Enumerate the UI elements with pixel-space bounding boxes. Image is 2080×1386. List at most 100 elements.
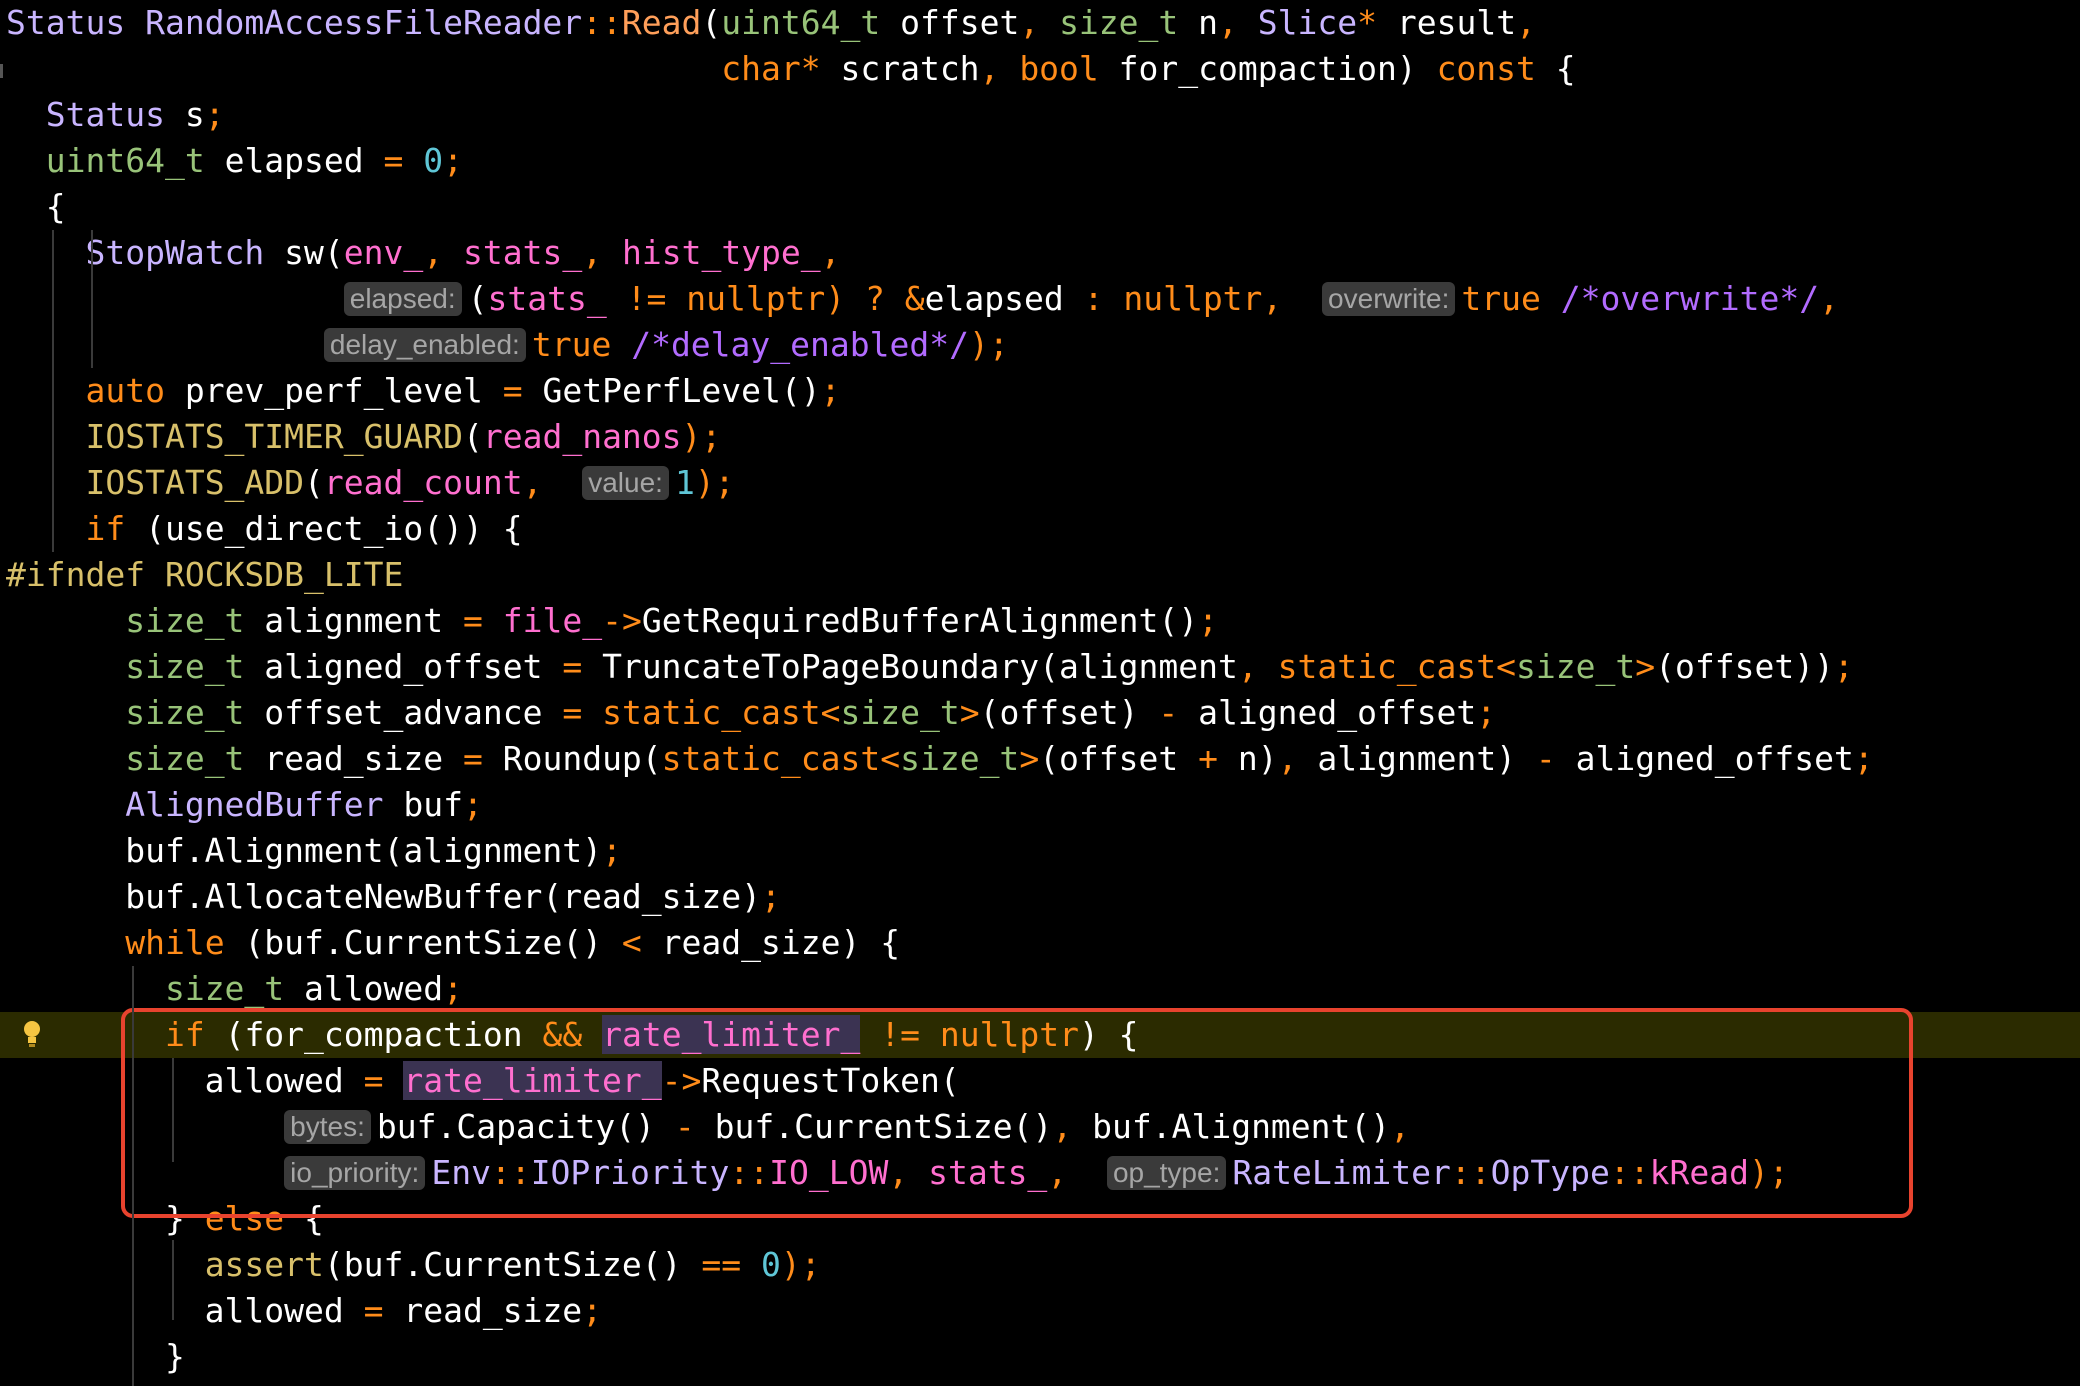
code-line[interactable]: Status RandomAccessFileReader::Read(uint…: [0, 0, 2080, 46]
code-text: uint64_t elapsed = 0;: [6, 138, 463, 184]
code-line[interactable]: if (use_direct_io()) {: [0, 506, 2080, 552]
code-line[interactable]: uint64_t elapsed = 0;: [0, 138, 2080, 184]
code-line[interactable]: }: [0, 1334, 2080, 1380]
code-line[interactable]: IOSTATS_TIMER_GUARD(read_nanos);: [0, 414, 2080, 460]
lightbulb-icon[interactable]: [22, 1019, 42, 1051]
code-token: size_t: [900, 739, 1020, 778]
code-token: ;: [443, 969, 463, 1008]
code-token: ;: [1198, 601, 1218, 640]
code-line[interactable]: {: [0, 184, 2080, 230]
code-text: elapsed: (stats_ != nullptr) ? &elapsed :…: [6, 276, 1839, 322]
code-token: static_cast: [602, 693, 821, 732]
code-token: =: [562, 693, 583, 732]
code-token: );: [968, 325, 1009, 364]
code-token: read_count: [323, 463, 523, 502]
code-line[interactable]: size_t alignment = file_->GetRequiredBuf…: [0, 598, 2080, 644]
code-token: &&: [542, 1015, 583, 1054]
code-text: io_priority: Env::IOPriority::IO_LOW, sta…: [6, 1150, 1789, 1196]
code-line[interactable]: delay_enabled: true /*delay_enabled*/);: [0, 322, 2080, 368]
code-token: Roundup(: [482, 739, 662, 778]
code-text: assert(buf.CurrentSize() == 0);: [6, 1242, 821, 1288]
code-token: ;: [443, 141, 464, 180]
code-token: (use_direct_io()) {: [125, 509, 523, 548]
code-token: size_t: [1059, 3, 1179, 42]
code-editor[interactable]: Status RandomAccessFileReader::Read(uint…: [0, 0, 2080, 1386]
code-token: (: [304, 463, 324, 502]
code-line[interactable]: while (buf.CurrentSize() < read_size) {: [0, 920, 2080, 966]
code-line[interactable]: auto prev_perf_level = GetPerfLevel();: [0, 368, 2080, 414]
code-token: -: [1158, 693, 1179, 732]
code-token: offset: [880, 3, 1020, 42]
code-line[interactable]: #ifndef ROCKSDB_LITE: [0, 552, 2080, 598]
code-line[interactable]: Status s;: [0, 92, 2080, 138]
code-token: OpType: [1490, 1153, 1610, 1192]
code-token: ;: [820, 371, 841, 410]
code-token: ;: [602, 831, 622, 870]
code-token: static_cast: [661, 739, 881, 778]
code-token: =: [462, 739, 483, 778]
code-token: buf: [383, 785, 463, 824]
code-token: buf.AllocateNewBuffer(read_size): [6, 877, 761, 916]
code-token: IOPriority: [530, 1153, 730, 1192]
code-line[interactable]: allowed = rate_limiter_->RequestToken(: [0, 1058, 2080, 1104]
code-line[interactable]: size_t aligned_offset = TruncateToPageBo…: [0, 644, 2080, 690]
code-line[interactable]: allowed = read_size;: [0, 1288, 2080, 1334]
code-line[interactable]: AlignedBuffer buf;: [0, 782, 2080, 828]
code-line[interactable]: size_t read_size = Roundup(static_cast<s…: [0, 736, 2080, 782]
code-token: ;: [462, 785, 483, 824]
code-token: ;: [1476, 693, 1497, 732]
code-line[interactable]: char* scratch, bool for_compaction) cons…: [0, 46, 2080, 92]
code-text: delay_enabled: true /*delay_enabled*/);: [6, 322, 1009, 368]
code-token: (buf.CurrentSize(): [323, 1245, 702, 1284]
code-line[interactable]: elapsed: (stats_ != nullptr) ? &elapsed :…: [0, 276, 2080, 322]
code-text: Status RandomAccessFileReader::Read(uint…: [6, 0, 1536, 46]
code-line[interactable]: assert(buf.CurrentSize() == 0);: [0, 1242, 2080, 1288]
code-token: {: [1535, 49, 1576, 88]
code-line[interactable]: buf.Alignment(alignment);: [0, 828, 2080, 874]
code-text: size_t allowed;: [6, 966, 463, 1012]
code-text: } else {: [6, 1196, 324, 1242]
code-line[interactable]: } else {: [0, 1196, 2080, 1242]
code-token: aligned_offset: [244, 647, 563, 686]
code-token: read_nanos: [482, 417, 682, 456]
indent-guide: [52, 230, 54, 552]
code-line[interactable]: size_t allowed;: [0, 966, 2080, 1012]
code-token: uint64_t: [45, 141, 205, 180]
code-text: StopWatch sw(env_, stats_, hist_type_,: [6, 230, 840, 276]
code-text: }: [6, 1334, 185, 1380]
code-token: >: [959, 693, 980, 732]
code-token: =: [363, 1291, 384, 1330]
code-token: ,: [1052, 1107, 1093, 1146]
code-token: IOSTATS_ADD: [85, 463, 305, 502]
code-line[interactable]: IOSTATS_ADD(read_count, value: 1);: [0, 460, 2080, 506]
code-token: buf.Capacity(): [376, 1107, 675, 1146]
code-token: size_t: [840, 693, 960, 732]
code-text: while (buf.CurrentSize() < read_size) {: [6, 920, 900, 966]
code-line[interactable]: if (for_compaction && rate_limiter_ != n…: [0, 1012, 2080, 1058]
code-token: GetRequiredBufferAlignment(): [641, 601, 1199, 640]
code-line[interactable]: io_priority: Env::IOPriority::IO_LOW, sta…: [0, 1150, 2080, 1196]
code-token: =: [383, 141, 404, 180]
code-line[interactable]: StopWatch sw(env_, stats_, hist_type_,: [0, 230, 2080, 276]
code-line[interactable]: buf.AllocateNewBuffer(read_size);: [0, 874, 2080, 920]
code-token: aligned_offset: [1555, 739, 1854, 778]
code-token: if: [164, 1015, 205, 1054]
code-token: ==: [701, 1245, 742, 1284]
code-token: assert: [204, 1245, 324, 1284]
code-token: -: [674, 1107, 695, 1146]
code-token: !=: [606, 279, 687, 318]
code-line[interactable]: bytes: buf.Capacity() - buf.CurrentSize()…: [0, 1104, 2080, 1150]
code-line[interactable]: size_t offset_advance = static_cast<size…: [0, 690, 2080, 736]
